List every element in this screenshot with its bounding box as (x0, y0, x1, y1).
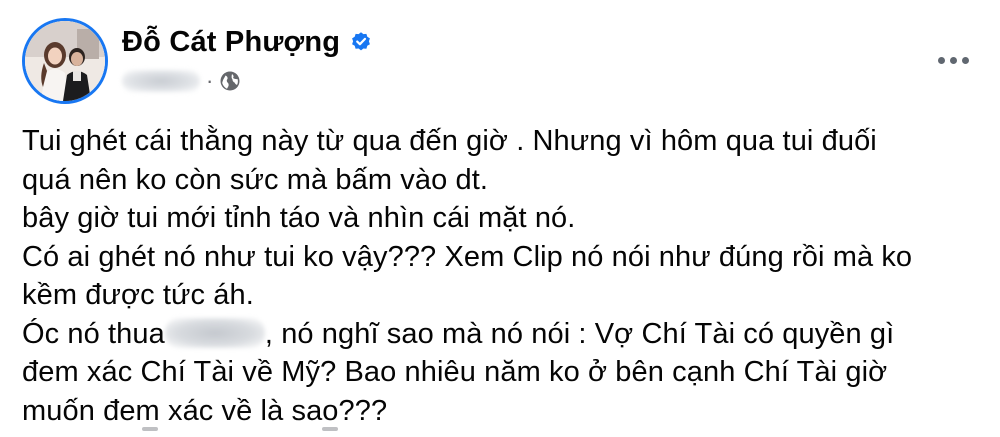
post-line: muốn đem xác về là sao??? (22, 394, 388, 427)
post-line: kềm được tức áh. (22, 279, 254, 311)
clipped-text-fragment (322, 427, 338, 431)
post-body: Tui ghét cái thằng này từ qua đến giờ . … (22, 122, 982, 430)
post-line-segment: Óc nó thua (22, 317, 165, 350)
more-options-icon-dot (961, 56, 969, 64)
author-name[interactable]: Đỗ Cát Phượng (122, 26, 340, 59)
more-options-button[interactable] (928, 44, 978, 76)
author-row: Đỗ Cát Phượng (122, 22, 372, 62)
meta-separator: · (206, 68, 214, 93)
blurred-name (164, 317, 265, 348)
blurred-timestamp (122, 70, 200, 92)
post-meta: · (122, 64, 241, 98)
globe-icon[interactable] (219, 70, 241, 92)
post-line: Có ai ghét nó như tui ko vậy??? Xem Clip… (22, 240, 913, 273)
more-options-icon-dot (949, 56, 957, 64)
profile-photo (25, 21, 105, 101)
post-line: bây giờ tui mới tỉnh táo và nhìn cái mặt… (22, 202, 576, 234)
post-line: quá nên ko còn sức mà bấm vào dt. (22, 163, 489, 196)
facebook-post: Đỗ Cát Phượng · Tui ghét cái thằng này t… (0, 0, 1000, 437)
clipped-text-fragment (142, 427, 158, 431)
post-line: Tui ghét cái thằng này từ qua đến giờ . … (22, 125, 877, 157)
clipped-next-line (22, 427, 422, 437)
avatar[interactable] (22, 18, 108, 104)
post-line-with-blur: Óc nó thua , nó nghĩ sao mà nó nói : Vợ C… (22, 315, 982, 354)
more-options-icon (937, 56, 945, 64)
verified-badge-icon (350, 31, 372, 53)
post-line-segment: , nó nghĩ sao mà nó nói : Vợ Chí Tài có … (264, 317, 895, 350)
post-line: đem xác Chí Tài về Mỹ? Bao nhiêu năm ko … (22, 356, 888, 388)
